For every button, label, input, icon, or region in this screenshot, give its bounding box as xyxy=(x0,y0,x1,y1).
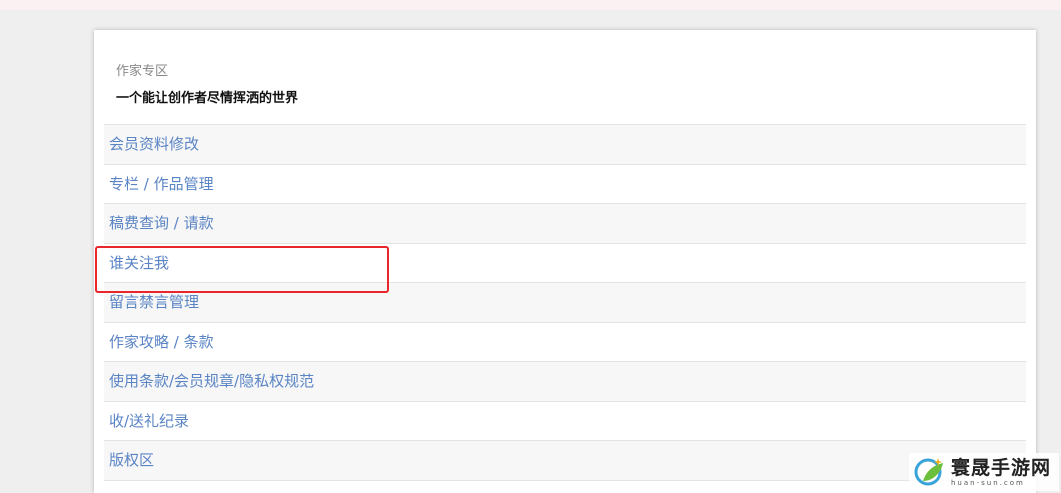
menu-item-copyright[interactable]: 版权区 xyxy=(104,441,1026,481)
author-zone-panel: 作家专区 一个能让创作者尽情挥洒的世界 会员资料修改 专栏 / 作品管理 稿费查… xyxy=(94,30,1036,493)
menu-item-comment-mute[interactable]: 留言禁言管理 xyxy=(104,283,1026,323)
menu-item-gift-records[interactable]: 收/送礼纪录 xyxy=(104,401,1026,441)
menu-item-terms-privacy[interactable]: 使用条款/会员规章/隐私权规范 xyxy=(104,362,1026,402)
top-strip xyxy=(0,0,1061,10)
watermark-brand: 寰晟手游网 xyxy=(951,456,1052,479)
watermark: 寰晟手游网 huan-sun.com xyxy=(909,453,1059,491)
menu-item-profile-edit[interactable]: 会员资料修改 xyxy=(104,125,1026,165)
menu-item-royalty[interactable]: 稿费查询 / 请款 xyxy=(104,204,1026,244)
author-menu: 会员资料修改 专栏 / 作品管理 稿费查询 / 请款 谁关注我 留言禁言管理 作… xyxy=(104,124,1026,481)
menu-item-column-works[interactable]: 专栏 / 作品管理 xyxy=(104,164,1026,204)
menu-item-followers[interactable]: 谁关注我 xyxy=(104,243,1026,283)
panel-header: 作家专区 一个能让创作者尽情挥洒的世界 xyxy=(104,30,1026,124)
panel-subtitle: 一个能让创作者尽情挥洒的世界 xyxy=(116,91,299,106)
watermark-url: huan-sun.com xyxy=(951,478,1025,487)
panel-title: 作家专区 xyxy=(116,64,169,79)
watermark-text: 寰晟手游网 huan-sun.com xyxy=(951,457,1051,488)
menu-item-author-guide[interactable]: 作家攻略 / 条款 xyxy=(104,322,1026,362)
leaf-logo-icon xyxy=(914,458,943,486)
